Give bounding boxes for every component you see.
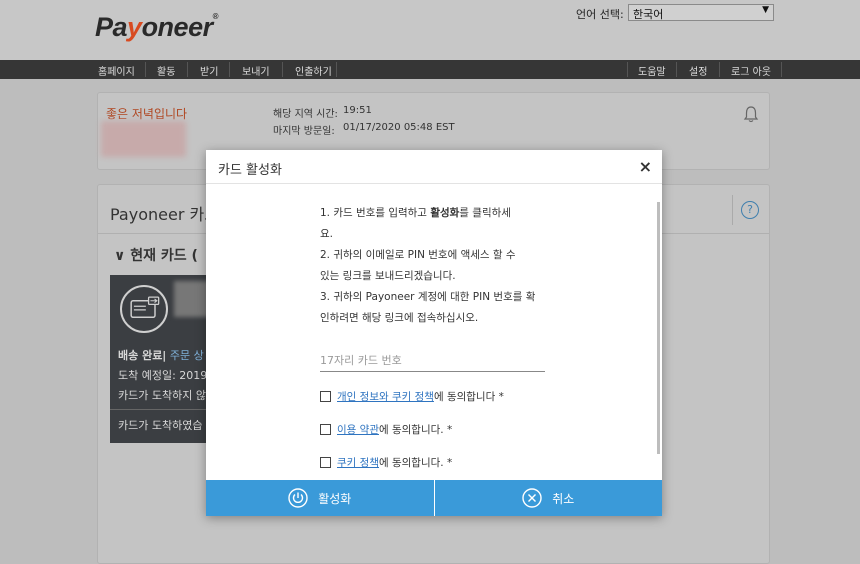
power-icon: [288, 488, 308, 508]
instruction-text: 를 클릭하세: [459, 207, 511, 219]
instruction-line-4: 있는 링크를 보내드리겠습니다.: [320, 270, 456, 282]
privacy-consent-row: 개인 정보와 쿠키 정책 에 동의합니다 *: [320, 389, 504, 404]
activate-card-modal: 카드 활성화 × 1. 카드 번호를 입력하고 활성화를 클릭하세 요. 2. …: [206, 150, 662, 516]
header: Payoneer® 언어 선택: 한국어 ▼: [0, 0, 860, 60]
language-label: 언어 선택:: [576, 8, 624, 21]
current-card-heading[interactable]: ∨ 현재 카드 (: [114, 245, 198, 265]
cookie-consent-text: 에 동의합니다. *: [378, 457, 453, 469]
terms-checkbox[interactable]: [320, 424, 331, 435]
chevron-down-icon: ∨: [114, 248, 126, 264]
activate-button[interactable]: 활성화: [206, 480, 434, 516]
nav-divider: [627, 62, 628, 77]
card-number-input[interactable]: [320, 350, 545, 372]
card-not-arrived[interactable]: 카드가 도착하지 않: [118, 387, 206, 403]
local-time-value: 19:51: [343, 105, 372, 116]
instruction-line-1: 1. 카드 번호를 입력하고 활성화를 클릭하세: [320, 203, 552, 224]
card-section-title: Payoneer 카드: [110, 205, 219, 224]
nav-withdraw[interactable]: 인출하기: [295, 63, 332, 78]
last-visit-value: 01/17/2020 05:48 EST: [343, 122, 455, 133]
instruction-line-3: 2. 귀하의 이메일로 PIN 번호에 액세스 할 수: [320, 249, 516, 261]
user-name-blurred: [101, 121, 186, 157]
cookie-policy-link[interactable]: 쿠키 정책: [337, 455, 379, 470]
card-delivery-icon: [120, 285, 168, 333]
nav-divider: [282, 62, 283, 77]
nav-divider: [229, 62, 230, 77]
nav-divider: [781, 62, 782, 77]
modal-header-divider: [206, 183, 662, 184]
cancel-button[interactable]: 취소: [433, 480, 662, 516]
nav-home[interactable]: 홈페이지: [98, 63, 135, 78]
current-card-label: 현재 카드 (: [130, 248, 198, 264]
order-status-link[interactable]: 주문 상: [170, 349, 204, 362]
nav-send[interactable]: 보내기: [242, 63, 270, 78]
cancel-button-label: 취소: [552, 491, 575, 506]
terms-consent-text: 에 동의합니다. *: [378, 424, 453, 436]
nav-divider: [676, 62, 677, 77]
cookie-checkbox[interactable]: [320, 457, 331, 468]
instruction-activate-bold: 활성화: [430, 207, 460, 219]
bell-icon[interactable]: [743, 105, 759, 123]
help-icon[interactable]: ?: [741, 201, 759, 219]
payoneer-logo[interactable]: Payoneer®: [95, 12, 219, 43]
nav-receive[interactable]: 받기: [200, 63, 218, 78]
last-visit-label: 마지막 방문일:: [273, 126, 335, 137]
instruction-line-5: 3. 귀하의 Payoneer 계정에 대한 PIN 번호를 확: [320, 291, 536, 303]
privacy-checkbox[interactable]: [320, 391, 331, 402]
nav-divider: [336, 62, 337, 77]
logo-rest: oneer: [141, 12, 214, 42]
cookie-consent-row: 쿠키 정책 에 동의합니다. *: [320, 455, 452, 470]
nav-divider: [719, 62, 720, 77]
modal-title: 카드 활성화: [218, 163, 282, 178]
terms-link[interactable]: 이용 약관: [337, 422, 379, 437]
language-select[interactable]: 한국어 ▼: [628, 4, 774, 21]
instruction-text: 1. 카드 번호를 입력하고: [320, 207, 431, 219]
close-icon[interactable]: ×: [639, 157, 652, 176]
help-divider: [732, 195, 733, 225]
logo-reg: ®: [212, 12, 219, 21]
nav-activity[interactable]: 활동: [157, 63, 175, 78]
privacy-policy-link[interactable]: 개인 정보와 쿠키 정책: [337, 389, 434, 404]
instruction-line-6: 인하려면 해당 링크에 접속하십시오.: [320, 312, 479, 324]
delivery-status-label: 배송 완료|: [118, 349, 167, 362]
language-selected-value: 한국어: [633, 8, 664, 21]
modal-scrollbar[interactable]: [657, 202, 660, 454]
card-arrived[interactable]: 카드가 도착하였습: [118, 417, 202, 433]
main-nav: 홈페이지 활동 받기 보내기 인출하기 도움말 설정 로그 아웃: [0, 60, 860, 79]
close-circle-icon: [522, 488, 542, 508]
logo-pa: Pa: [95, 12, 128, 42]
logo-y: y: [127, 12, 142, 42]
nav-settings[interactable]: 설정: [689, 63, 707, 78]
nav-divider: [187, 62, 188, 77]
delivery-status: 배송 완료| 주문 상: [118, 347, 204, 363]
nav-divider: [145, 62, 146, 77]
chevron-down-icon: ▼: [762, 5, 769, 15]
page: Payoneer® 언어 선택: 한국어 ▼ 홈페이지 활동 받기 보내기 인출…: [0, 0, 860, 564]
modal-footer: 활성화 취소: [206, 480, 662, 516]
privacy-consent-text: 에 동의합니다 *: [433, 391, 504, 403]
greeting-text: 좋은 저녁입니다: [106, 107, 188, 121]
terms-consent-row: 이용 약관 에 동의합니다. *: [320, 422, 452, 437]
local-time-label: 해당 지역 시간:: [273, 109, 338, 120]
instruction-line-2: 요.: [320, 228, 333, 240]
activate-button-label: 활성화: [318, 491, 352, 506]
nav-help[interactable]: 도움말: [638, 63, 666, 78]
arrival-date: 도착 예정일: 2019: [118, 369, 208, 382]
nav-logout[interactable]: 로그 아웃: [731, 63, 771, 78]
